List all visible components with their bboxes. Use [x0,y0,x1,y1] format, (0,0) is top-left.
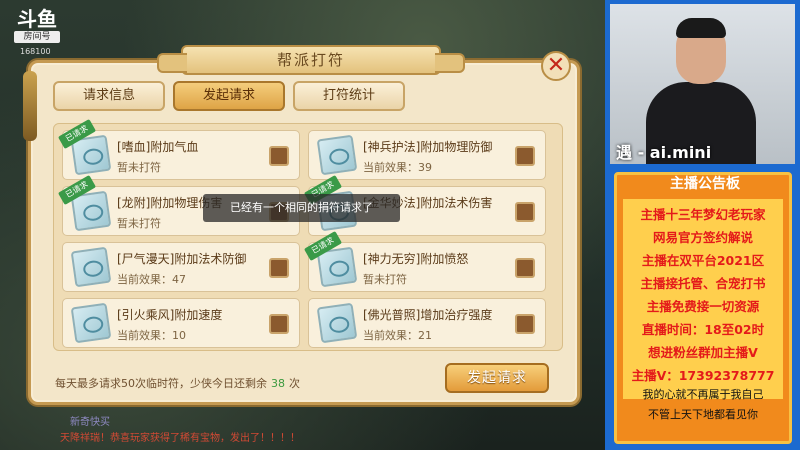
notice-title: 主播公告板 [670,176,740,192]
talisman-checkbox[interactable] [269,258,289,278]
room-number: 168100 [20,47,51,56]
talisman-effect: 当前效果：47 [117,273,186,286]
talisman-checkbox[interactable] [515,202,535,222]
tab-request-info[interactable]: 请求信息 [53,81,165,111]
talisman-effect: 暂未打符 [117,161,161,174]
talisman-checkbox[interactable] [269,314,289,334]
limit-prefix: 每天最多请求50次临时符，少侠今日还剩余 [55,377,267,390]
limit-suffix: 次 [289,377,300,390]
notice-line: 主播免费接一切资源 [646,299,760,314]
tab-send-request[interactable]: 发起请求 [173,81,285,111]
talisman-name: [嗜血]附加气血 [117,140,199,154]
talisman-grid: 已请求 [嗜血]附加气血 暂未打符 [神兵护法]附加物理防御 当前效果：39 已… [57,118,546,348]
faint-overlay-text: 新奇快买 [70,417,110,428]
talisman-checkbox[interactable] [269,146,289,166]
tab-bar: 请求信息 发起请求 打符统计 [53,81,405,111]
guild-talisman-dialog: 帮派打符 ✕ 请求信息 发起请求 打符统计 已请求 [嗜血]附加气血 暂未打符 … [23,45,580,405]
logo-text: 斗鱼 [17,7,57,31]
talisman-effect: 当前效果：39 [363,161,432,174]
streamer-hair [676,18,726,38]
talisman-name: [神兵护法]附加物理防御 [363,140,493,154]
talisman-effect: 当前效果：10 [117,329,186,342]
dialog-title: 帮派打符 [157,45,465,75]
notice-line: 主播十三年梦幻老玩家 [640,207,766,222]
talisman-checkbox[interactable] [515,258,535,278]
notice-line: 想进粉丝群加主播V [648,345,758,360]
webcam-name-overlay: 遇 - ai.mini [616,143,712,162]
talisman-panel: 已请求 [嗜血]附加气血 暂未打符 [神兵护法]附加物理防御 当前效果：39 已… [53,118,563,351]
talisman-effect: 暂未打符 [117,217,161,230]
webcam-feed [610,4,795,164]
talisman-effect: 暂未打符 [363,273,407,286]
close-icon: ✕ [546,53,566,78]
talisman-card[interactable]: 已请求 [嗜血]附加气血 暂未打符 [57,118,300,180]
talisman-card[interactable]: [佛光普照]增加治疗强度 当前效果：21 [308,298,546,348]
notice-content: 主播十三年梦幻老玩家 网易官方签约解说 主播在双平台2021区 主播接托管、合宠… [623,199,783,399]
talisman-name: [神力无穷]附加愤怒 [363,252,469,266]
talisman-name: [引火乘风]附加速度 [117,308,223,322]
notice-board: 主播公告板 主播十三年梦幻老玩家 网易官方签约解说 主播在双平台2021区 主播… [614,172,792,444]
system-ticker: 天降祥瑞！恭喜玩家获得了稀有宝物，发出了！！！！ [60,433,300,444]
send-request-button[interactable]: 发起请求 [445,363,549,393]
talisman-effect: 当前效果：21 [363,329,432,342]
notice-footer-line: 我的心就不再属于我自己 [642,388,764,401]
toast-message: 已经有一个相同的捐符请求了 [203,194,400,222]
notice-line: 主播V：17392378777 [631,368,775,383]
talisman-card[interactable]: [尸气漫天]附加法术防御 当前效果：47 [62,242,300,292]
talisman-card[interactable]: [神兵护法]附加物理防御 当前效果：39 [308,130,546,180]
remaining-count: 38 [271,377,285,390]
talisman-card[interactable]: 已请求 [神力无穷]附加愤怒 暂未打符 [303,230,546,292]
talisman-checkbox[interactable] [515,314,535,334]
logo-sub-text: 房间号 [14,31,60,43]
tassel-decoration [23,71,37,141]
notice-line: 网易官方签约解说 [652,230,753,245]
notice-line: 主播在双平台2021区 [641,253,765,268]
talisman-card[interactable]: [引火乘风]附加速度 当前效果：10 [62,298,300,348]
talisman-icon [316,134,358,176]
douyu-logo: 斗鱼 房间号 [14,8,60,48]
talisman-icon [70,302,112,344]
notice-footer-line: 不管上天下地都看见你 [648,408,758,421]
talisman-icon [70,246,112,288]
notice-line: 主播接托管、合宠打书 [640,276,766,291]
talisman-name: [佛光普照]增加治疗强度 [363,308,493,322]
daily-limit-text: 每天最多请求50次临时符，少侠今日还剩余 38 次 [55,375,300,391]
talisman-icon [316,302,358,344]
notice-line: 直播时间：18至02时 [641,322,765,337]
talisman-checkbox[interactable] [515,146,535,166]
close-button[interactable]: ✕ [541,51,571,81]
tab-statistics[interactable]: 打符统计 [293,81,405,111]
talisman-name: [尸气漫天]附加法术防御 [117,252,247,266]
